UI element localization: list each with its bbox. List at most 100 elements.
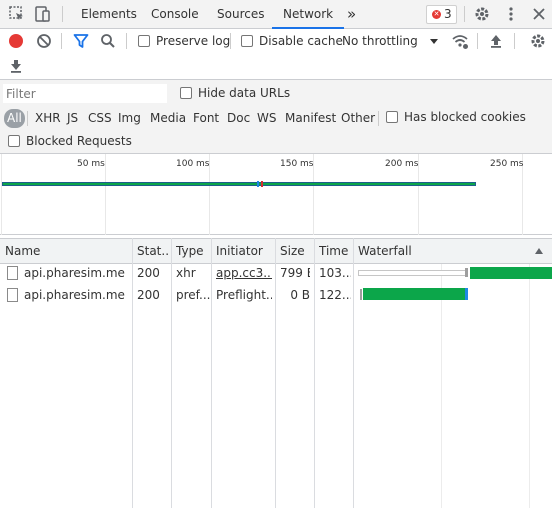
request-size: 799 B — [280, 266, 310, 280]
column-header-status[interactable]: Stat... — [137, 239, 169, 263]
more-tabs-icon[interactable]: » — [347, 0, 356, 29]
waterfall-download-bar — [465, 288, 468, 300]
request-time: 103... — [319, 266, 351, 280]
overview-timeline[interactable]: 50 ms 100 ms 150 ms 200 ms 250 ms — [0, 154, 552, 235]
type-filter-ws[interactable]: WS — [257, 109, 276, 128]
dropdown-icon[interactable] — [425, 32, 443, 50]
filter-input[interactable] — [3, 84, 167, 103]
table-row[interactable]: api.pharesim.me 200 pref... Preflight...… — [0, 284, 552, 306]
column-header-size[interactable]: Size — [280, 239, 310, 263]
type-filter-all[interactable]: All — [4, 109, 25, 128]
tabbar-divider — [62, 6, 63, 22]
device-toolbar-icon[interactable] — [33, 5, 51, 23]
overview-tick: 50 ms — [77, 159, 105, 169]
type-filter-img[interactable]: Img — [118, 109, 141, 128]
tabbar-divider — [464, 6, 465, 22]
toolbar-divider — [230, 33, 231, 49]
error-count: 3 — [444, 7, 452, 21]
overview-gridline — [1, 154, 2, 235]
request-status: 200 — [137, 288, 160, 302]
waterfall-queueing-bar — [358, 270, 466, 276]
overview-request-bar — [2, 182, 476, 186]
has-blocked-cookies-label: Has blocked cookies — [404, 110, 526, 124]
request-name: api.pharesim.me — [24, 288, 125, 302]
download-icon[interactable] — [7, 57, 25, 75]
toolbar-divider — [61, 33, 62, 49]
tab-console[interactable]: Console — [151, 0, 199, 29]
has-blocked-cookies-checkbox[interactable] — [386, 111, 398, 123]
filter-divider — [27, 111, 28, 126]
filter-bar: Hide data URLs All XHR JS CSS Img Media … — [0, 80, 552, 154]
document-icon — [7, 266, 18, 280]
disable-cache-checkbox[interactable] — [241, 35, 253, 47]
type-filter-doc[interactable]: Doc — [227, 109, 250, 128]
type-filter-manifest[interactable]: Manifest — [285, 109, 336, 128]
column-header-waterfall[interactable]: Waterfall — [358, 239, 458, 263]
inspect-icon[interactable] — [8, 5, 26, 23]
error-icon: ✕ — [432, 10, 441, 19]
hide-data-urls-label: Hide data URLs — [198, 86, 291, 100]
request-initiator-link[interactable]: app.cc3... — [216, 262, 272, 284]
waterfall-waiting-bar — [465, 268, 468, 277]
record-icon[interactable] — [7, 32, 25, 50]
clear-icon[interactable] — [35, 32, 53, 50]
throttling-select[interactable]: No throttling — [342, 34, 418, 48]
overview-gridline — [105, 154, 106, 235]
column-header-time[interactable]: Time — [319, 239, 349, 263]
settings-icon[interactable] — [473, 5, 491, 23]
network-conditions-icon[interactable] — [451, 32, 469, 50]
request-type: pref... — [176, 288, 210, 302]
filter-divider — [378, 111, 379, 126]
table-header: Name Stat... Type Initiator Size Time Wa… — [0, 238, 552, 264]
search-icon[interactable] — [99, 32, 117, 50]
overview-load-marker — [261, 181, 263, 187]
network-toolbar: Preserve log Disable cache No throttling — [0, 29, 552, 80]
upload-icon[interactable] — [487, 32, 505, 50]
toolbar-divider — [126, 33, 127, 49]
filter-icon[interactable] — [72, 32, 90, 50]
type-filter-other[interactable]: Other — [341, 109, 375, 128]
document-icon — [7, 288, 18, 302]
preserve-log-checkbox[interactable] — [138, 35, 150, 47]
tab-elements[interactable]: Elements — [81, 0, 137, 29]
tab-sources[interactable]: Sources — [217, 0, 264, 29]
close-icon[interactable] — [530, 5, 548, 23]
request-name: api.pharesim.me — [24, 266, 125, 280]
waterfall-waiting-bar — [360, 289, 362, 300]
tab-network[interactable]: Network — [272, 0, 345, 29]
table-row[interactable]: api.pharesim.me 200 xhr app.cc3... 799 B… — [0, 262, 552, 284]
request-type: xhr — [176, 266, 196, 280]
devtools-tabbar: Elements Console Sources Network » ✕ 3 — [0, 0, 552, 29]
waterfall-response-bar — [470, 267, 552, 279]
waterfall-response-bar — [363, 288, 465, 300]
error-count-badge[interactable]: ✕ 3 — [426, 5, 457, 24]
sort-ascending-icon[interactable] — [533, 245, 545, 257]
type-filter-xhr[interactable]: XHR — [35, 109, 61, 128]
overview-tick: 150 ms — [280, 159, 314, 169]
column-header-name[interactable]: Name — [5, 239, 130, 263]
column-header-type[interactable]: Type — [176, 239, 210, 263]
type-filter-font[interactable]: Font — [193, 109, 219, 128]
request-size: 0 B — [290, 288, 310, 302]
toolbar-divider — [477, 33, 478, 49]
blocked-requests-checkbox[interactable] — [8, 135, 20, 147]
overview-tick: 100 ms — [176, 159, 210, 169]
overview-request-marker — [257, 181, 259, 187]
requests-table: Name Stat... Type Initiator Size Time Wa… — [0, 235, 552, 508]
toolbar-divider — [514, 33, 515, 49]
request-time: 122... — [319, 288, 351, 302]
type-filter-js[interactable]: JS — [67, 109, 78, 128]
overview-tick: 200 ms — [385, 159, 419, 169]
column-header-initiator[interactable]: Initiator — [216, 239, 274, 263]
request-status: 200 — [137, 266, 160, 280]
type-filter-css[interactable]: CSS — [88, 109, 112, 128]
request-initiator: Preflight... — [216, 288, 272, 302]
type-filter-media[interactable]: Media — [150, 109, 186, 128]
settings-icon[interactable] — [529, 32, 547, 50]
disable-cache-label: Disable cache — [259, 34, 343, 48]
preserve-log-label: Preserve log — [156, 34, 231, 48]
overview-tick: 250 ms — [490, 159, 524, 169]
blocked-requests-label: Blocked Requests — [26, 134, 132, 148]
hide-data-urls-checkbox[interactable] — [180, 87, 192, 99]
kebab-menu-icon[interactable] — [502, 5, 520, 23]
